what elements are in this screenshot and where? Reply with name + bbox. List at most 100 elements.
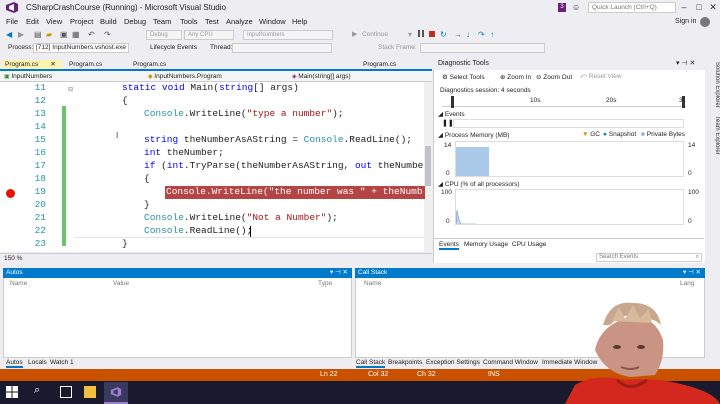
zoom-level-select[interactable]: 150 % <box>4 255 22 262</box>
tab-locals[interactable]: Locals <box>28 359 47 366</box>
minimize-button[interactable]: – <box>678 1 690 13</box>
tab-call-stack[interactable]: Call Stack <box>356 359 386 368</box>
tab-breakpoints[interactable]: Breakpoints <box>388 359 422 366</box>
pause-icon[interactable]: ❚❚ <box>442 119 454 128</box>
breakpoint-icon[interactable] <box>6 189 15 198</box>
zoom-in-button[interactable]: ⊕ Zoom In <box>500 73 531 81</box>
thread-select[interactable] <box>232 43 332 53</box>
show-next-statement-icon[interactable]: → <box>454 30 462 39</box>
quick-launch-input[interactable]: Quick Launch (Ctrl+Q) <box>588 2 676 13</box>
call-stack-col-name[interactable]: Name <box>364 280 381 287</box>
side-tab-team-explorer[interactable]: Team Explorer <box>706 116 720 155</box>
tab-cpu-usage[interactable]: CPU Usage <box>512 241 546 248</box>
memory-graph[interactable] <box>455 141 684 177</box>
nav-class-select[interactable]: ◆ InputNumbers.Program <box>148 72 288 81</box>
undo-icon[interactable]: ↶ <box>88 30 95 39</box>
continue-button[interactable]: Continue <box>362 31 388 38</box>
memory-axis-max-right: 14 <box>688 142 696 149</box>
tab-program-cs-active[interactable]: Program.cs ✕ <box>2 60 62 69</box>
cpu-axis-min: 0 <box>446 218 450 225</box>
process-label: Process: <box>8 44 34 51</box>
menu-help[interactable]: Help <box>292 17 307 26</box>
menu-view[interactable]: View <box>46 17 62 26</box>
new-file-icon[interactable]: ▤ <box>34 30 42 39</box>
events-track[interactable] <box>453 119 684 128</box>
timeline-start-handle[interactable] <box>451 96 454 108</box>
file-explorer-icon[interactable] <box>84 386 96 398</box>
stack-frame-select[interactable] <box>420 43 545 53</box>
save-all-icon[interactable]: ▦ <box>72 30 80 39</box>
code-line-15: string theNumberAsAString = Console.Read… <box>144 134 412 145</box>
cpu-graph[interactable] <box>455 189 684 225</box>
startup-project-select[interactable]: InputNumbers <box>243 30 333 40</box>
feedback-icon[interactable]: ☺ <box>572 3 580 12</box>
menu-edit[interactable]: Edit <box>26 17 39 26</box>
collapse-icon: ◢ <box>438 181 445 188</box>
avatar[interactable] <box>700 17 710 27</box>
tab-command-window[interactable]: Command Window <box>483 359 538 366</box>
step-into-icon[interactable]: ↓ <box>466 30 470 39</box>
process-select[interactable]: [712] InputNumbers.vshost.exe <box>33 43 129 53</box>
save-icon[interactable]: ▣ <box>60 30 68 39</box>
tab-memory-usage[interactable]: Memory Usage <box>464 241 508 248</box>
step-over-icon[interactable]: ↷ <box>478 30 485 39</box>
close-button[interactable]: ✕ <box>707 1 719 13</box>
tab-autos[interactable]: Autos <box>6 359 23 368</box>
break-all-icon[interactable] <box>418 30 424 37</box>
collapse-icon[interactable]: ⊟ <box>68 86 73 93</box>
zoom-out-button[interactable]: ⊖ Zoom Out <box>536 73 572 81</box>
menu-analyze[interactable]: Analyze <box>226 17 253 26</box>
notification-badge[interactable]: 3 <box>558 3 566 12</box>
search-events-input[interactable]: Search Events ⌕ <box>596 253 702 262</box>
forward-icon[interactable]: ▶ <box>18 30 24 39</box>
sign-in-link[interactable]: Sign in <box>675 18 696 25</box>
config-select[interactable]: Debug <box>146 30 182 40</box>
close-icon[interactable]: ✕ <box>50 61 55 68</box>
redo-icon[interactable]: ↷ <box>104 30 111 39</box>
task-view-icon[interactable] <box>60 386 72 398</box>
stop-icon[interactable] <box>429 31 435 37</box>
tab-label: Program.cs <box>69 61 103 68</box>
tab-program-cs-4[interactable]: Program.cs <box>360 60 420 69</box>
menu-window[interactable]: Window <box>259 17 286 26</box>
nav-project-select[interactable]: ▣ InputNumbers <box>4 72 144 81</box>
cpu-section-header[interactable]: ◢ CPU (% of all processors) <box>438 180 520 188</box>
tab-events[interactable]: Events <box>439 241 459 250</box>
restart-icon[interactable]: ↻ <box>440 30 447 39</box>
menu-debug[interactable]: Debug <box>124 17 146 26</box>
autos-col-value[interactable]: Value <box>113 280 129 287</box>
reset-view-button[interactable]: ⤺ Reset View <box>580 73 622 81</box>
menu-team[interactable]: Team <box>153 17 171 26</box>
back-icon[interactable]: ◀ <box>6 30 12 39</box>
tab-program-cs-3[interactable]: Program.cs <box>130 60 190 69</box>
pin-icon[interactable]: ▾ ⊣ ✕ <box>676 59 695 67</box>
select-tools-button[interactable]: ⚙ Select Tools <box>442 73 485 81</box>
platform-select[interactable]: Any CPU <box>184 30 234 40</box>
autos-col-type[interactable]: Type <box>318 280 332 287</box>
nav-member-select[interactable]: ◈ Main(string[] args) <box>292 72 428 81</box>
timeline-ruler[interactable] <box>442 97 686 107</box>
windows-start-icon[interactable] <box>6 386 18 398</box>
search-icon[interactable]: ⌕ <box>34 384 40 397</box>
tab-watch-1[interactable]: Watch 1 <box>50 359 74 366</box>
side-tab-solution-explorer[interactable]: Solution Explorer <box>706 62 720 108</box>
autos-col-name[interactable]: Name <box>10 280 27 287</box>
open-folder-icon[interactable]: ▰ <box>46 30 52 39</box>
attach-icon[interactable]: ▾ <box>408 30 412 39</box>
pane-controls-icon[interactable]: ▾ ⊣ ✕ <box>330 268 348 278</box>
menu-tools[interactable]: Tools <box>180 17 198 26</box>
menu-test[interactable]: Test <box>205 17 219 26</box>
step-out-icon[interactable]: ↑ <box>490 30 494 39</box>
scrollbar-thumb[interactable] <box>425 146 431 186</box>
menu-build[interactable]: Build <box>100 17 117 26</box>
maximize-button[interactable]: □ <box>693 1 705 13</box>
tab-exception-settings[interactable]: Exception Settings <box>426 359 480 366</box>
tab-label: Program.cs <box>5 61 39 68</box>
menu-project[interactable]: Project <box>70 17 93 26</box>
memory-section-header[interactable]: ◢ Process Memory (MB) <box>438 131 509 139</box>
events-section-header[interactable]: ◢ Events <box>438 110 465 118</box>
pane-controls-icon[interactable]: ▾ ⊣ ✕ <box>683 268 701 278</box>
menu-file[interactable]: File <box>6 17 18 26</box>
tab-program-cs-2[interactable]: Program.cs <box>66 60 126 69</box>
lifecycle-events-dropdown[interactable]: Lifecycle Events <box>150 44 197 51</box>
